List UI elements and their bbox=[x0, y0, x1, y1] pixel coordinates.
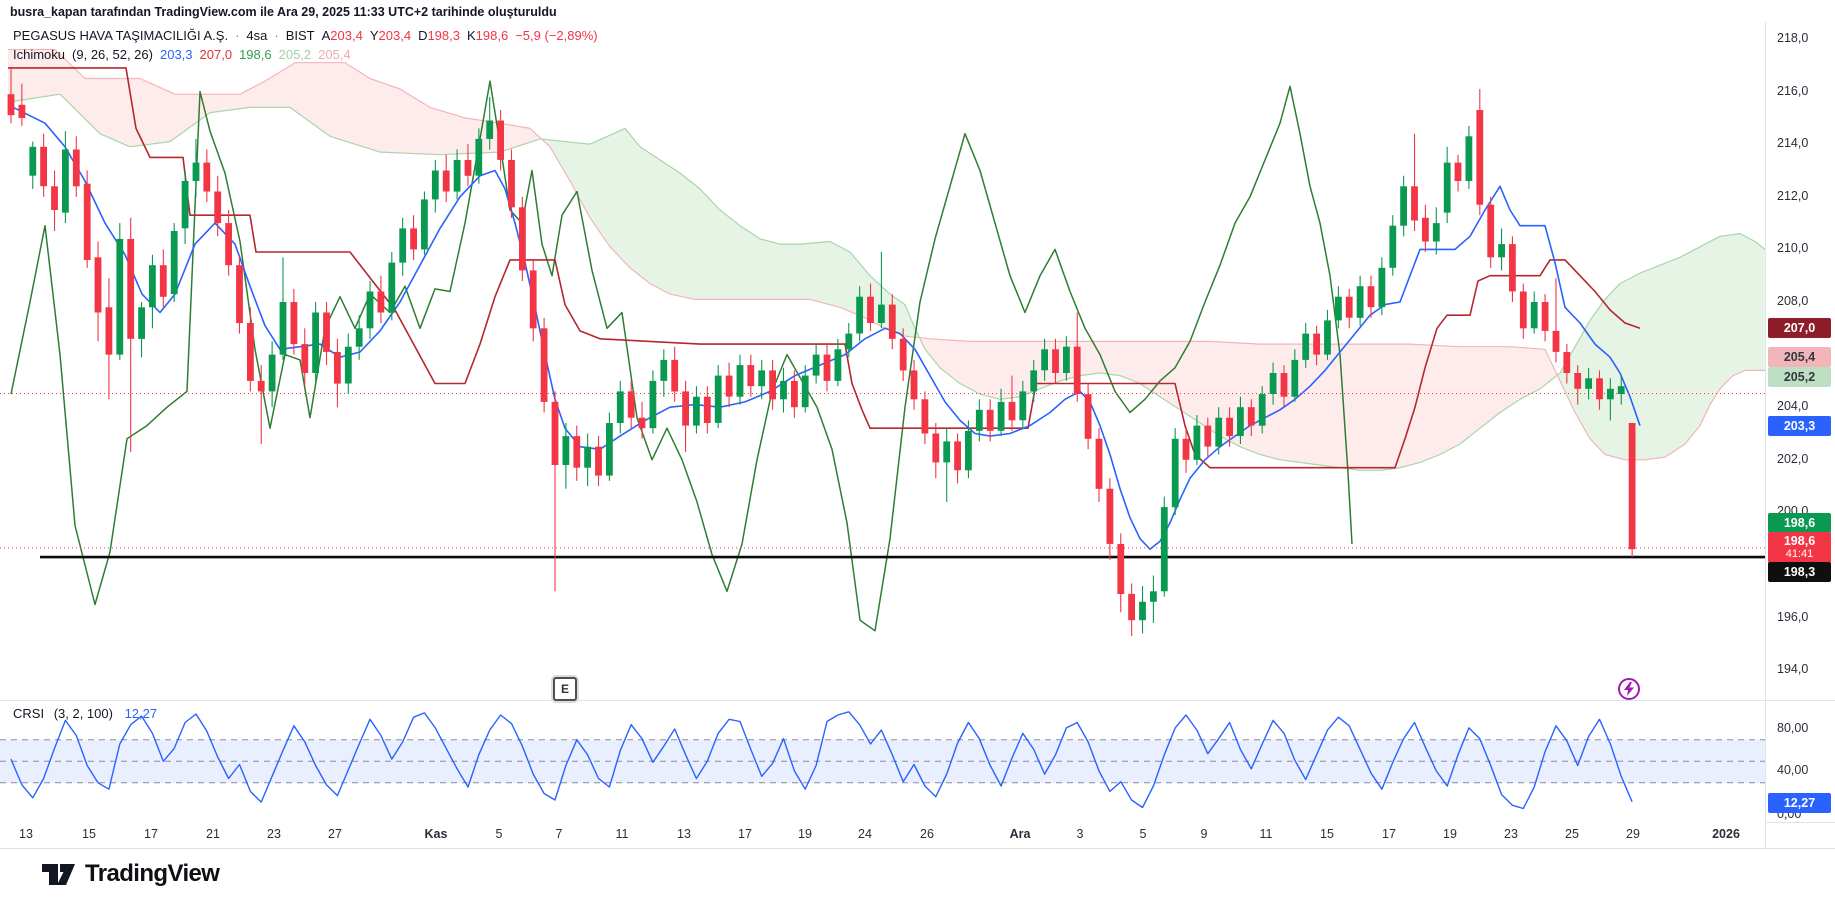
crsi-params: (3, 2, 100) bbox=[54, 706, 113, 721]
lightning-bolt-glyph bbox=[1623, 682, 1635, 696]
tradingview-logo-icon bbox=[40, 862, 76, 887]
price-tick: 208,0 bbox=[1777, 294, 1808, 308]
price-tick: 196,0 bbox=[1777, 610, 1808, 624]
price-axis[interactable]: 218,0216,0214,0212,0210,0208,0206,0204,0… bbox=[1766, 0, 1835, 848]
senkou-a-value: 205,2 bbox=[279, 45, 312, 64]
price-badge: 198,3 bbox=[1768, 562, 1831, 582]
tradingview-logo-text: TradingView bbox=[85, 860, 219, 888]
high-value: Y203,4 bbox=[370, 26, 411, 45]
crsi-tick: 40,00 bbox=[1777, 763, 1808, 777]
time-tick: 23 bbox=[267, 827, 281, 841]
exchange-label: BIST bbox=[286, 26, 315, 45]
time-tick: 19 bbox=[1443, 827, 1457, 841]
pane-separator[interactable] bbox=[0, 700, 1835, 701]
time-tick: 25 bbox=[1565, 827, 1579, 841]
price-badge: 205,4 bbox=[1768, 347, 1831, 367]
time-tick: 2026 bbox=[1712, 827, 1740, 841]
tradingview-chart-window: busra_kapan tarafından TradingView.com i… bbox=[0, 0, 1835, 909]
time-tick: 19 bbox=[798, 827, 812, 841]
price-badge: 198,641:41 bbox=[1768, 532, 1831, 563]
crsi-name: CRSI bbox=[13, 706, 44, 721]
time-tick: 5 bbox=[1140, 827, 1147, 841]
tenkan-value: 203,3 bbox=[160, 45, 193, 64]
price-badge: 198,6 bbox=[1768, 513, 1831, 533]
time-axis[interactable]: 13 15 17 21 23 27 Kas 5 7 11 13 17 19 24 26 Ara 3 5 9 11 15 1… bbox=[0, 822, 1765, 848]
close-value: K198,6 bbox=[467, 26, 508, 45]
crsi-legend-row[interactable]: CRSI (3, 2, 100) 12,27 bbox=[13, 706, 157, 721]
event-badge[interactable]: E bbox=[553, 677, 577, 701]
time-tick: 3 bbox=[1077, 827, 1084, 841]
open-value: A203,4 bbox=[322, 26, 363, 45]
time-tick: 29 bbox=[1626, 827, 1640, 841]
interval-label: 4sa bbox=[246, 26, 267, 45]
kijun-value: 207,0 bbox=[200, 45, 233, 64]
price-tick: 202,0 bbox=[1777, 452, 1808, 466]
time-tick: 11 bbox=[616, 827, 629, 841]
time-tick: 17 bbox=[144, 827, 158, 841]
price-tick: 212,0 bbox=[1777, 189, 1808, 203]
time-tick: 23 bbox=[1504, 827, 1518, 841]
time-axis-bottom-border bbox=[0, 848, 1835, 849]
price-badge: 207,0 bbox=[1768, 318, 1831, 338]
price-tick: 218,0 bbox=[1777, 31, 1808, 45]
chikou-value: 198,6 bbox=[239, 45, 272, 64]
change-value: −5,9 (−2,89%) bbox=[515, 26, 597, 45]
time-tick: 5 bbox=[496, 827, 503, 841]
time-tick: 7 bbox=[556, 827, 563, 841]
price-tick: 194,0 bbox=[1777, 662, 1808, 676]
time-tick: 21 bbox=[206, 827, 220, 841]
crsi-value: 12,27 bbox=[125, 706, 158, 721]
crsi-value-badge: 12,27 bbox=[1768, 793, 1831, 813]
time-tick: Kas bbox=[425, 827, 448, 841]
time-tick: 17 bbox=[1382, 827, 1396, 841]
instant-order-lightning-icon[interactable] bbox=[1618, 678, 1640, 700]
low-value: D198,3 bbox=[418, 26, 460, 45]
ichimoku-legend-row[interactable]: Ichimoku (9, 26, 52, 26) 203,3 207,0 198… bbox=[13, 45, 598, 64]
price-badge: 203,3 bbox=[1768, 416, 1831, 436]
tradingview-logo[interactable]: TradingView bbox=[40, 860, 219, 888]
time-tick: 24 bbox=[858, 827, 872, 841]
senkou-b-value: 205,4 bbox=[318, 45, 351, 64]
price-tick: 216,0 bbox=[1777, 84, 1808, 98]
time-tick: 17 bbox=[738, 827, 752, 841]
time-tick: 27 bbox=[328, 827, 342, 841]
symbol-legend: PEGASUS HAVA TAŞIMACILIĞI A.Ş. · 4sa · B… bbox=[13, 26, 598, 64]
price-badge: 205,2 bbox=[1768, 367, 1831, 387]
time-tick: 15 bbox=[1320, 827, 1334, 841]
price-tick: 214,0 bbox=[1777, 136, 1808, 150]
indicator-name: Ichimoku bbox=[13, 45, 65, 64]
time-tick: 15 bbox=[82, 827, 96, 841]
event-badge-letter: E bbox=[561, 682, 569, 696]
indicator-params: (9, 26, 52, 26) bbox=[72, 45, 153, 64]
time-tick: Ara bbox=[1010, 827, 1031, 841]
crsi-indicator-pane[interactable] bbox=[0, 0, 1765, 822]
price-tick: 210,0 bbox=[1777, 241, 1808, 255]
time-tick: 13 bbox=[19, 827, 33, 841]
time-tick: 9 bbox=[1201, 827, 1208, 841]
time-tick: 13 bbox=[677, 827, 691, 841]
time-tick: 26 bbox=[920, 827, 934, 841]
price-tick: 204,0 bbox=[1777, 399, 1808, 413]
crsi-tick: 80,00 bbox=[1777, 721, 1808, 735]
time-tick: 11 bbox=[1260, 827, 1273, 841]
symbol-title: PEGASUS HAVA TAŞIMACILIĞI A.Ş. bbox=[13, 26, 228, 45]
symbol-legend-row[interactable]: PEGASUS HAVA TAŞIMACILIĞI A.Ş. · 4sa · B… bbox=[13, 26, 598, 45]
